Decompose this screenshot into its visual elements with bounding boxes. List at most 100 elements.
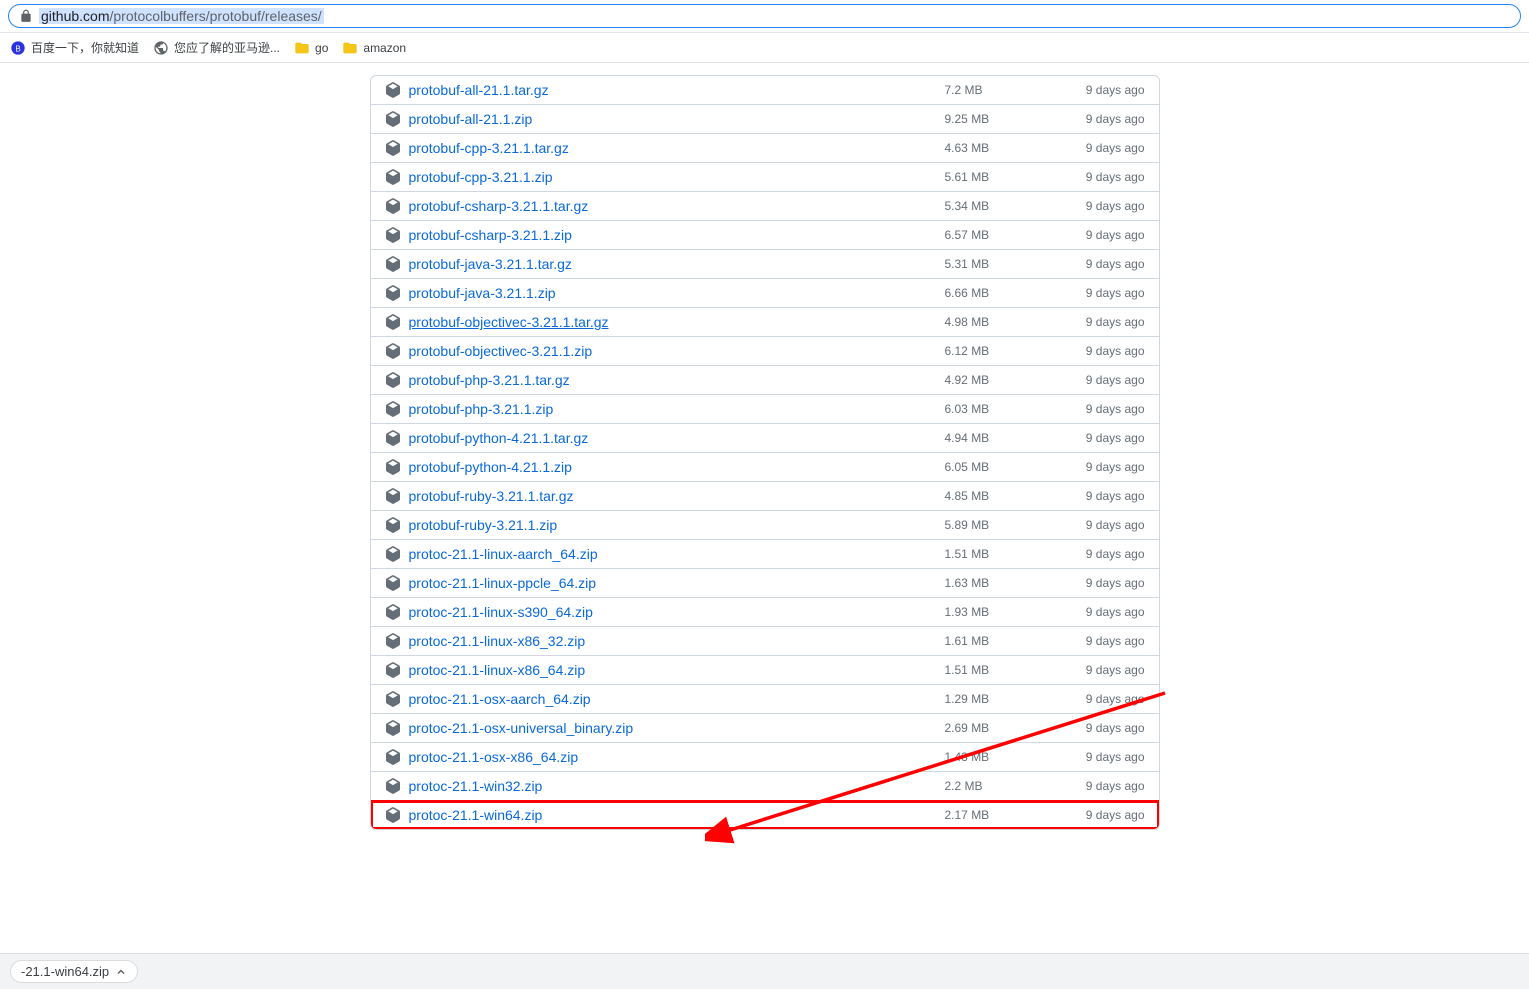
asset-link[interactable]: protobuf-cpp-3.21.1.tar.gz	[409, 140, 569, 156]
asset-time: 9 days ago	[1055, 199, 1145, 213]
asset-name-col: protobuf-all-21.1.zip	[385, 111, 945, 127]
asset-link[interactable]: protobuf-csharp-3.21.1.zip	[409, 227, 572, 243]
asset-link[interactable]: protoc-21.1-osx-x86_64.zip	[409, 749, 579, 765]
package-icon	[385, 401, 401, 417]
asset-name-col: protobuf-ruby-3.21.1.tar.gz	[385, 488, 945, 504]
bookmark-item[interactable]: go	[294, 40, 328, 56]
svg-text:B: B	[15, 44, 20, 53]
asset-row: protobuf-objectivec-3.21.1.tar.gz4.98 MB…	[371, 308, 1159, 337]
package-icon	[385, 604, 401, 620]
asset-row: protoc-21.1-win64.zip2.17 MB9 days ago	[371, 801, 1159, 829]
asset-time: 9 days ago	[1055, 547, 1145, 561]
asset-time: 9 days ago	[1055, 460, 1145, 474]
asset-size: 6.12 MB	[945, 344, 1055, 358]
asset-name-col: protobuf-php-3.21.1.tar.gz	[385, 372, 945, 388]
asset-link[interactable]: protoc-21.1-osx-universal_binary.zip	[409, 720, 634, 736]
asset-link[interactable]: protobuf-csharp-3.21.1.tar.gz	[409, 198, 589, 214]
address-bar[interactable]: github.com/protocolbuffers/protobuf/rele…	[8, 4, 1521, 28]
asset-link[interactable]: protobuf-objectivec-3.21.1.zip	[409, 343, 593, 359]
asset-row: protobuf-python-4.21.1.zip6.05 MB9 days …	[371, 453, 1159, 482]
asset-link[interactable]: protobuf-cpp-3.21.1.zip	[409, 169, 553, 185]
asset-size: 9.25 MB	[945, 112, 1055, 126]
package-icon	[385, 691, 401, 707]
asset-time: 9 days ago	[1055, 692, 1145, 706]
asset-link[interactable]: protoc-21.1-linux-x86_64.zip	[409, 662, 586, 678]
site-icon: B	[10, 40, 26, 56]
asset-size: 4.63 MB	[945, 141, 1055, 155]
asset-name-col: protobuf-objectivec-3.21.1.zip	[385, 343, 945, 359]
asset-link[interactable]: protobuf-java-3.21.1.tar.gz	[409, 256, 572, 272]
address-bar-container: github.com/protocolbuffers/protobuf/rele…	[0, 0, 1529, 33]
asset-time: 9 days ago	[1055, 83, 1145, 97]
download-item[interactable]: -21.1-win64.zip	[10, 960, 138, 983]
asset-size: 6.57 MB	[945, 228, 1055, 242]
package-icon	[385, 749, 401, 765]
asset-name-col: protoc-21.1-osx-universal_binary.zip	[385, 720, 945, 736]
asset-size: 2.2 MB	[945, 779, 1055, 793]
asset-link[interactable]: protobuf-php-3.21.1.tar.gz	[409, 372, 570, 388]
asset-name-col: protoc-21.1-win32.zip	[385, 778, 945, 794]
bookmark-item[interactable]: B 百度一下，你就知道	[10, 39, 139, 56]
bookmark-item[interactable]: 您应了解的亚马逊...	[153, 39, 280, 56]
asset-link[interactable]: protobuf-python-4.21.1.tar.gz	[409, 430, 589, 446]
release-assets-list: protobuf-all-21.1.tar.gz7.2 MB9 days ago…	[370, 75, 1160, 830]
asset-link[interactable]: protoc-21.1-linux-s390_64.zip	[409, 604, 593, 620]
bookmarks-bar: B 百度一下，你就知道您应了解的亚马逊... go amazon	[0, 33, 1529, 63]
asset-time: 9 days ago	[1055, 431, 1145, 445]
folder-icon	[294, 40, 310, 56]
asset-name-col: protoc-21.1-osx-aarch_64.zip	[385, 691, 945, 707]
package-icon	[385, 82, 401, 98]
asset-time: 9 days ago	[1055, 721, 1145, 735]
asset-row: protoc-21.1-linux-x86_64.zip1.51 MB9 day…	[371, 656, 1159, 685]
asset-link[interactable]: protoc-21.1-osx-aarch_64.zip	[409, 691, 591, 707]
asset-row: protobuf-all-21.1.tar.gz 7.2 MB9 days ago	[371, 76, 1159, 105]
asset-link[interactable]: protoc-21.1-win64.zip	[409, 807, 543, 823]
asset-link[interactable]: protobuf-all-21.1.zip	[409, 111, 533, 127]
asset-row: protobuf-csharp-3.21.1.tar.gz5.34 MB9 da…	[371, 192, 1159, 221]
asset-link[interactable]: protoc-21.1-linux-aarch_64.zip	[409, 546, 598, 562]
bookmark-label: 百度一下，你就知道	[31, 39, 139, 56]
package-icon	[385, 285, 401, 301]
asset-name-col: protobuf-all-21.1.tar.gz	[385, 82, 945, 98]
asset-link[interactable]: protobuf-ruby-3.21.1.zip	[409, 517, 558, 533]
asset-link[interactable]: protobuf-java-3.21.1.zip	[409, 285, 556, 301]
asset-row: protobuf-csharp-3.21.1.zip6.57 MB9 days …	[371, 221, 1159, 250]
package-icon	[385, 314, 401, 330]
download-filename: -21.1-win64.zip	[21, 964, 109, 979]
asset-name-col: protobuf-java-3.21.1.tar.gz	[385, 256, 945, 272]
package-icon	[385, 517, 401, 533]
bookmark-label: go	[315, 41, 328, 55]
lock-icon	[19, 9, 33, 23]
asset-link[interactable]: protobuf-php-3.21.1.zip	[409, 401, 554, 417]
asset-link[interactable]: protobuf-python-4.21.1.zip	[409, 459, 572, 475]
asset-time: 9 days ago	[1055, 489, 1145, 503]
asset-link[interactable]: protoc-21.1-win32.zip	[409, 778, 543, 794]
bookmark-item[interactable]: amazon	[342, 40, 406, 56]
asset-size: 4.92 MB	[945, 373, 1055, 387]
asset-size: 5.89 MB	[945, 518, 1055, 532]
package-icon	[385, 343, 401, 359]
asset-link[interactable]: protoc-21.1-linux-x86_32.zip	[409, 633, 586, 649]
asset-size: 7.2 MB	[945, 83, 1055, 97]
asset-name-col: protoc-21.1-osx-x86_64.zip	[385, 749, 945, 765]
chevron-up-icon	[115, 966, 127, 978]
asset-size: 4.94 MB	[945, 431, 1055, 445]
asset-row: protobuf-php-3.21.1.tar.gz4.92 MB9 days …	[371, 366, 1159, 395]
asset-row: protoc-21.1-linux-ppcle_64.zip1.63 MB9 d…	[371, 569, 1159, 598]
asset-row: protobuf-java-3.21.1.zip6.66 MB9 days ag…	[371, 279, 1159, 308]
asset-size: 2.69 MB	[945, 721, 1055, 735]
asset-row: protoc-21.1-linux-aarch_64.zip1.51 MB9 d…	[371, 540, 1159, 569]
asset-link[interactable]: protoc-21.1-linux-ppcle_64.zip	[409, 575, 597, 591]
asset-link[interactable]: protobuf-ruby-3.21.1.tar.gz	[409, 488, 574, 504]
asset-link[interactable]: protobuf-all-21.1.tar.gz	[409, 82, 549, 98]
asset-name-col: protobuf-ruby-3.21.1.zip	[385, 517, 945, 533]
asset-row: protoc-21.1-osx-x86_64.zip1.43 MB9 days …	[371, 743, 1159, 772]
asset-size: 1.43 MB	[945, 750, 1055, 764]
package-icon	[385, 111, 401, 127]
asset-link[interactable]: protobuf-objectivec-3.21.1.tar.gz	[409, 314, 609, 330]
asset-size: 1.51 MB	[945, 663, 1055, 677]
asset-row: protoc-21.1-win32.zip2.2 MB9 days ago	[371, 772, 1159, 801]
url-text: github.com/protocolbuffers/protobuf/rele…	[39, 8, 324, 24]
package-icon	[385, 546, 401, 562]
asset-name-col: protobuf-python-4.21.1.tar.gz	[385, 430, 945, 446]
